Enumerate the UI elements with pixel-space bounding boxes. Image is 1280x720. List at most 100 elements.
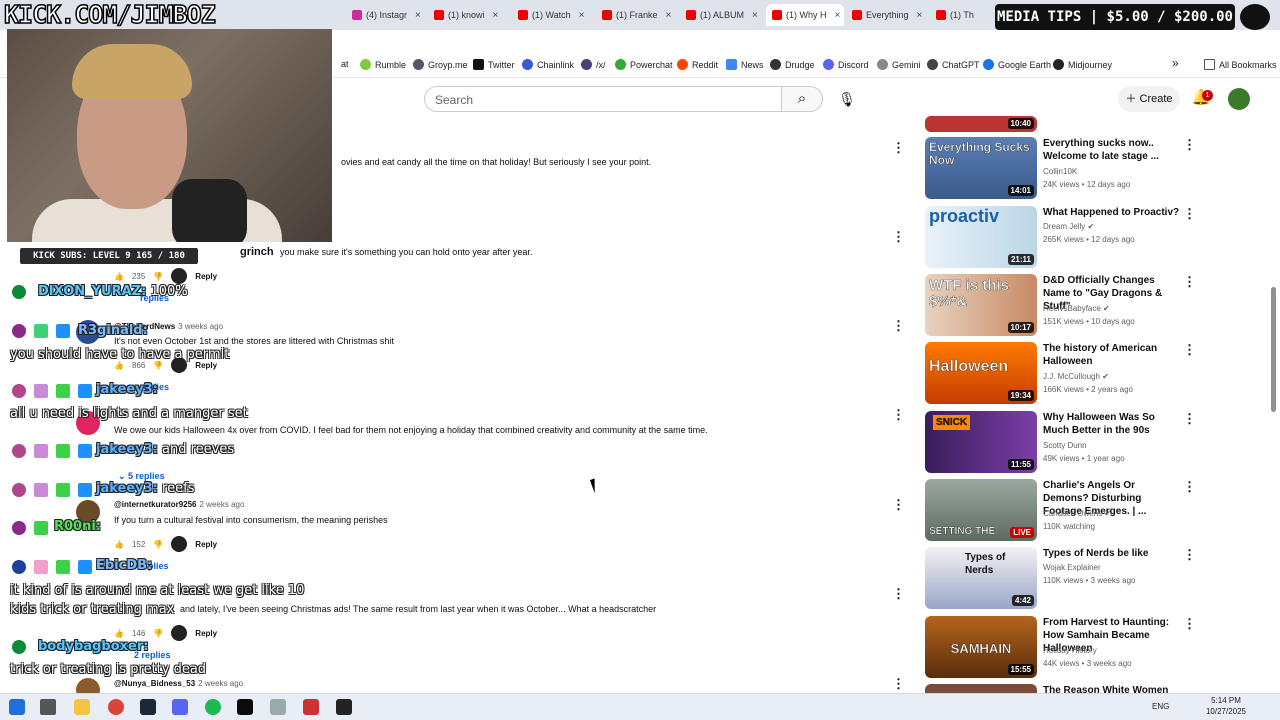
video-title[interactable]: Why Halloween Was So Much Better in the … [1043, 411, 1181, 437]
page-scrollbar[interactable] [1271, 287, 1276, 412]
language-indicator[interactable]: ENG [1152, 702, 1169, 711]
browser-tab[interactable]: (1) knowi × [434, 4, 510, 26]
browser-tab[interactable]: (1) Th [936, 4, 986, 26]
task-view-icon[interactable] [40, 699, 56, 715]
app-icon[interactable] [303, 699, 319, 715]
comment-author[interactable]: @internetkurator9256 2 weeks ago [114, 500, 244, 509]
video-menu-icon[interactable]: ⋮ [1183, 342, 1196, 358]
bookmark-chainlink[interactable]: Chainlink [522, 59, 574, 70]
video-menu-icon[interactable]: ⋮ [1183, 274, 1196, 290]
browser-tab[interactable]: (1) Franke × [602, 4, 678, 26]
bookmark-drudge[interactable]: Drudge [770, 59, 815, 70]
bookmark-groyp[interactable]: Groyp.me [413, 59, 468, 70]
start-icon[interactable] [9, 699, 25, 715]
bookmark-gemini[interactable]: Gemini [877, 59, 921, 70]
browser-tab-active[interactable]: (1) Why H × [766, 4, 844, 26]
comment-menu-icon[interactable]: ⋮ [892, 318, 905, 334]
bookmark-powerchat[interactable]: Powerchat [615, 59, 673, 70]
close-tab-icon[interactable]: × [493, 10, 499, 21]
video-title[interactable]: Everything sucks now.. Welcome to late s… [1043, 137, 1181, 163]
video-menu-icon[interactable]: ⋮ [1183, 206, 1196, 222]
close-tab-icon[interactable]: × [752, 10, 758, 21]
reply-button[interactable]: Reply [195, 629, 217, 638]
recommended-video[interactable]: The Reason White Women Vote [925, 684, 1185, 693]
reply-button[interactable]: Reply [195, 540, 217, 549]
close-tab-icon[interactable]: × [579, 10, 585, 21]
channel-name[interactable]: Scotty Dunn [1043, 441, 1087, 450]
recommended-video[interactable]: proactiv 21:11 What Happened to Proactiv?… [925, 206, 1196, 270]
channel-name[interactable]: HeelvsBabyface ✔ [1043, 304, 1110, 313]
comment-menu-icon[interactable]: ⋮ [892, 140, 905, 156]
voice-search-button[interactable]: 🎙 [834, 86, 860, 112]
create-button[interactable]: ＋ Create [1118, 86, 1180, 112]
app-icon[interactable] [237, 699, 253, 715]
steam-icon[interactable] [140, 699, 156, 715]
reply-button[interactable]: Reply [195, 272, 217, 281]
browser-tab[interactable]: Everything × [852, 4, 928, 26]
video-thumbnail[interactable]: Halloween 19:34 [925, 342, 1037, 404]
video-thumbnail[interactable] [925, 684, 1037, 693]
bookmark-rumble[interactable]: Rumble [360, 59, 406, 70]
close-tab-icon[interactable]: × [835, 10, 841, 21]
video-menu-icon[interactable]: ⋮ [1183, 411, 1196, 427]
video-thumbnail[interactable]: Types of Nerds 4:42 [925, 547, 1037, 609]
channel-name[interactable]: Holiday History [1043, 646, 1097, 655]
browser-tab[interactable]: (1) Watch × [518, 4, 594, 26]
dislike-icon[interactable]: 👎 [153, 629, 163, 638]
video-menu-icon[interactable]: ⋮ [1183, 137, 1196, 153]
dislike-icon[interactable]: 👎 [153, 540, 163, 549]
video-title[interactable]: The Reason White Women Vote [1043, 684, 1181, 693]
comment-menu-icon[interactable]: ⋮ [892, 586, 905, 602]
bookmarks-overflow-icon[interactable]: » [1172, 56, 1179, 70]
video-thumbnail[interactable]: SETTING THE LIVE [925, 479, 1037, 541]
like-icon[interactable]: 👍 [114, 540, 124, 549]
bookmark-news[interactable]: News [726, 59, 764, 70]
like-icon[interactable]: 👍 [114, 272, 124, 281]
recommended-video[interactable]: Types of Nerds 4:42 Types of Nerds be lik… [925, 547, 1196, 611]
bookmark[interactable]: at [341, 59, 349, 69]
system-clock[interactable]: 5:14 PM 10/27/2025 [1196, 695, 1256, 717]
video-title[interactable]: Types of Nerds be like [1043, 547, 1181, 560]
all-bookmarks[interactable]: All Bookmarks [1204, 59, 1277, 70]
bookmark-twitter[interactable]: Twitter [473, 59, 515, 70]
discord-taskbar-icon[interactable] [172, 699, 188, 715]
video-thumbnail[interactable]: SAMHAIN 15:55 [925, 616, 1037, 678]
search-button[interactable]: ⌕ [781, 86, 823, 112]
comment-menu-icon[interactable]: ⋮ [892, 407, 905, 423]
comment-menu-icon[interactable]: ⋮ [892, 676, 905, 692]
video-thumbnail[interactable]: SNICK 11:55 [925, 411, 1037, 473]
comment-menu-icon[interactable]: ⋮ [892, 229, 905, 245]
video-thumbnail[interactable]: 10:40 [925, 116, 1037, 132]
like-icon[interactable]: 👍 [114, 629, 124, 638]
bookmark-midjourney[interactable]: Midjourney [1053, 59, 1112, 70]
close-tab-icon[interactable]: × [666, 10, 672, 21]
close-tab-icon[interactable]: × [415, 10, 421, 21]
browser-tab[interactable]: (4) Instagr × [352, 4, 428, 26]
bookmark-reddit[interactable]: Reddit [677, 59, 718, 70]
bookmark-discord[interactable]: Discord [823, 59, 869, 70]
video-menu-icon[interactable]: ⋮ [1183, 479, 1196, 495]
channel-name[interactable]: Dream Jelly ✔ [1043, 222, 1094, 231]
file-explorer-icon[interactable] [74, 699, 90, 715]
video-menu-icon[interactable]: ⋮ [1183, 616, 1196, 632]
recommended-video[interactable]: Everything Sucks Now 14:01 Everything suc… [925, 137, 1196, 201]
channel-name[interactable]: J.J. McCullough ✔ [1043, 372, 1109, 381]
app-icon[interactable] [270, 699, 286, 715]
account-avatar[interactable] [1228, 88, 1250, 110]
search-input[interactable]: Search [424, 86, 782, 112]
recommended-video[interactable]: SNICK 11:55 Why Halloween Was So Much Bet… [925, 411, 1196, 475]
video-menu-icon[interactable]: ⋮ [1183, 547, 1196, 563]
channel-name[interactable]: Candace Owens ✔ [1043, 509, 1111, 518]
recommended-video[interactable]: 10:40 [925, 116, 1185, 132]
video-thumbnail[interactable]: Everything Sucks Now 14:01 [925, 137, 1037, 199]
dislike-icon[interactable]: 👎 [153, 272, 163, 281]
recommended-video[interactable]: WTF is this $%*& 10:17 D&D Officially Cha… [925, 274, 1196, 338]
recommended-video[interactable]: Halloween 19:34 The history of American H… [925, 342, 1196, 406]
recommended-video[interactable]: SETTING THE LIVE Charlie's Angels Or Demo… [925, 479, 1196, 543]
browser-tab[interactable]: (1) ALBUM × [686, 4, 762, 26]
comment-author[interactable]: grinch [240, 246, 274, 258]
comment-menu-icon[interactable]: ⋮ [892, 497, 905, 513]
channel-name[interactable]: Collin10K [1043, 167, 1077, 176]
bookmark-x[interactable]: /x/ [581, 59, 606, 70]
bookmark-google-earth[interactable]: Google Earth [983, 59, 1051, 70]
